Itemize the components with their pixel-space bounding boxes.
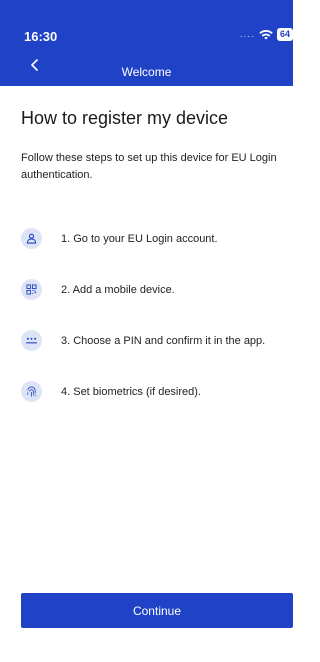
battery-indicator: 64 <box>276 28 293 41</box>
wifi-icon <box>259 29 273 40</box>
step-label: 3. Choose a PIN and confirm it in the ap… <box>61 334 266 347</box>
status-icons: .... 64 <box>240 28 293 41</box>
status-time: 16:30 <box>24 29 58 44</box>
fingerprint-icon <box>21 381 42 402</box>
qr-scan-icon <box>21 279 42 300</box>
step-item: 3. Choose a PIN and confirm it in the ap… <box>21 315 293 366</box>
step-label: 4. Set biometrics (if desired). <box>61 385 201 398</box>
step-label: 1. Go to your EU Login account. <box>61 232 218 245</box>
pin-dots-icon <box>21 330 42 351</box>
step-item: 4. Set biometrics (if desired). <box>21 366 293 417</box>
page-subtitle: Follow these steps to set up this device… <box>21 152 277 181</box>
page-title: How to register my device <box>21 108 229 128</box>
app-header: 16:30 .... 64 Welcome <box>0 0 293 86</box>
signal-dots: .... <box>239 29 255 40</box>
step-label: 2. Add a mobile device. <box>61 283 175 296</box>
step-item: 1. Go to your EU Login account. <box>21 213 293 264</box>
continue-button[interactable]: Continue <box>21 593 293 628</box>
step-item: 2. Add a mobile device. <box>21 264 293 315</box>
nav-title: Welcome <box>121 65 172 79</box>
steps-list: 1. Go to your EU Login account. 2. Add a… <box>21 213 293 417</box>
user-icon <box>21 228 42 249</box>
